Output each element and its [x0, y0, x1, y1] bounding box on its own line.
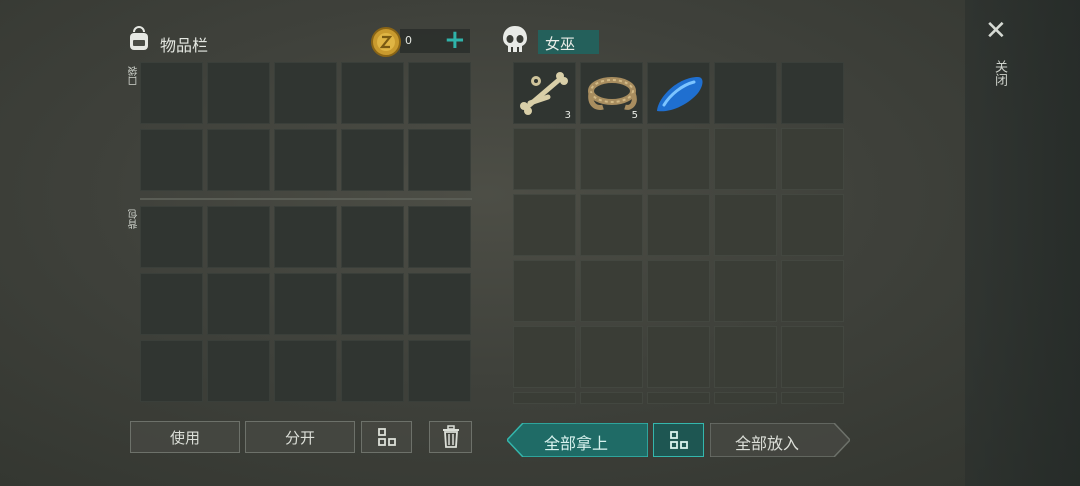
loot-slot[interactable]	[781, 260, 844, 322]
close-label[interactable]: 关闭	[990, 60, 1009, 86]
loot-slot[interactable]	[714, 128, 777, 190]
loot-slot[interactable]	[781, 62, 844, 124]
loot-slot[interactable]	[513, 194, 576, 256]
bones-count: 3	[564, 110, 571, 121]
loot-slot[interactable]	[647, 260, 710, 322]
loot-slot-bones[interactable]: 3	[513, 62, 576, 124]
sort-icon	[377, 428, 396, 446]
trash-icon	[442, 425, 459, 448]
loot-slot[interactable]	[513, 392, 576, 404]
backpack-icon	[126, 26, 152, 52]
coin-count: 0	[405, 34, 412, 47]
quick-sort-button[interactable]	[653, 423, 704, 457]
use-button[interactable]: 使用	[130, 421, 240, 453]
loot-slot-rope[interactable]: 5	[580, 62, 643, 124]
blue-droplet-icon	[657, 77, 703, 112]
loot-slot[interactable]	[513, 128, 576, 190]
right-panel-shade	[965, 0, 1080, 486]
loot-slot[interactable]	[714, 392, 777, 404]
backpack-slot[interactable]	[207, 340, 270, 402]
backpack-slot[interactable]	[408, 206, 471, 268]
pocket-slot[interactable]	[341, 129, 404, 191]
pocket-slot[interactable]	[207, 129, 270, 191]
pocket-slot[interactable]	[207, 62, 270, 124]
pocket-slot[interactable]	[408, 129, 471, 191]
skull-icon	[500, 24, 530, 56]
backpack-slot[interactable]	[207, 273, 270, 335]
loot-slot[interactable]	[580, 392, 643, 404]
loot-slot[interactable]	[580, 128, 643, 190]
take-all-label: 全部拿上	[544, 434, 609, 453]
loot-slot[interactable]	[781, 128, 844, 190]
put-all-button[interactable]: 全部放入	[710, 423, 850, 457]
loot-slot[interactable]	[714, 326, 777, 388]
backpack-slot[interactable]	[207, 206, 270, 268]
plus-icon[interactable]: +	[444, 24, 466, 56]
pocket-slot[interactable]	[274, 62, 337, 124]
trash-button[interactable]	[429, 421, 472, 453]
backpack-slot[interactable]	[341, 206, 404, 268]
loot-slot[interactable]	[781, 392, 844, 404]
sort-icon	[669, 431, 688, 449]
loot-slot[interactable]	[647, 326, 710, 388]
take-all-button[interactable]: 全部拿上	[507, 423, 648, 457]
backpack-slot[interactable]	[274, 273, 337, 335]
loot-slot[interactable]	[580, 194, 643, 256]
loot-slot[interactable]	[781, 194, 844, 256]
pocket-slot[interactable]	[140, 62, 203, 124]
rope-count: 5	[631, 110, 638, 121]
inventory-title: 物品栏	[160, 36, 209, 55]
backpack-slot[interactable]	[341, 273, 404, 335]
loot-slot[interactable]	[781, 326, 844, 388]
close-icon[interactable]: ✕	[985, 16, 1007, 46]
backpack-slot[interactable]	[408, 273, 471, 335]
backpack-slot[interactable]	[274, 340, 337, 402]
backpack-slot[interactable]	[140, 206, 203, 268]
loot-slot[interactable]	[513, 260, 576, 322]
loot-slot[interactable]	[714, 260, 777, 322]
loot-slot-blue-droplet[interactable]	[647, 62, 710, 124]
backpack-slot[interactable]	[140, 340, 203, 402]
backpack-slot[interactable]	[341, 340, 404, 402]
loot-slot[interactable]	[647, 392, 710, 404]
sort-button[interactable]	[361, 421, 412, 453]
loot-slot[interactable]	[714, 194, 777, 256]
pocket-slot[interactable]	[274, 129, 337, 191]
loot-slot[interactable]	[513, 326, 576, 388]
pocket-slot[interactable]	[341, 62, 404, 124]
coin-icon	[370, 26, 402, 58]
loot-slot[interactable]	[580, 260, 643, 322]
loot-slot[interactable]	[714, 62, 777, 124]
loot-slot[interactable]	[580, 326, 643, 388]
backpack-slot[interactable]	[140, 273, 203, 335]
loot-name: 女巫	[545, 35, 576, 53]
backpack-slot[interactable]	[408, 340, 471, 402]
section-divider	[140, 198, 472, 200]
split-button[interactable]: 分开	[245, 421, 355, 453]
loot-slot[interactable]	[647, 194, 710, 256]
pocket-slot[interactable]	[140, 129, 203, 191]
loot-slot[interactable]	[647, 128, 710, 190]
put-all-label: 全部放入	[735, 434, 800, 453]
pocket-slot[interactable]	[408, 62, 471, 124]
backpack-slot[interactable]	[274, 206, 337, 268]
